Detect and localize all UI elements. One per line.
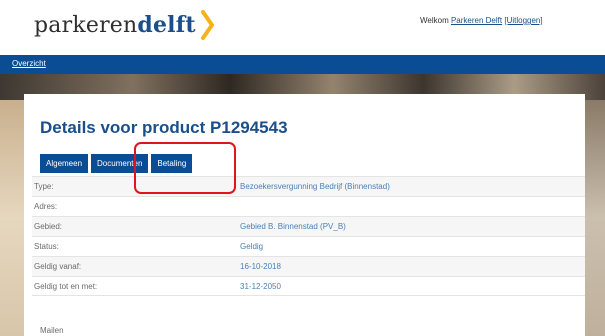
row-label: Geldig vanaf: [34,262,82,271]
row-value: 16-10-2018 [240,262,281,271]
nav-overview-link[interactable]: Overzicht [12,59,46,68]
highlight-annotation [134,142,236,194]
table-row: Type: Bezoekersvergunning Bedrijf (Binne… [32,176,585,196]
parkeren-delft-logo[interactable]: parkerendelft [34,10,216,40]
row-label: Gebied: [34,222,63,231]
row-value: Bezoekersvergunning Bedrijf (Binnenstad) [240,182,390,191]
row-label: Geldig tot en met: [34,281,98,291]
user-name-link[interactable]: Parkeren Delft [451,16,502,25]
table-row: Geldig vanaf: 16-10-2018 [32,256,585,276]
table-row: Adres: [32,196,585,216]
row-value: Gebied B. Binnenstad (PV_B) [240,222,346,231]
row-label: Status: [34,242,59,251]
logo-text: parkerendelft [34,12,196,38]
mail-label: Mailen [40,326,64,335]
logo-chevron-icon [200,10,214,40]
welcome-message: Welkom Parkeren Delft [Uitloggen] [420,16,543,25]
product-details-table: Type: Bezoekersvergunning Bedrijf (Binne… [32,176,585,296]
table-row: Geldig tot en met: 31-12-2050 [32,276,585,296]
product-details-panel: Details voor product P1294543 Algemeen D… [24,94,585,336]
table-row: Gebied: Gebied B. Binnenstad (PV_B) [32,216,585,236]
logout-link[interactable]: [Uitloggen] [504,16,542,25]
site-header: parkerendelft Welkom Parkeren Delft [Uit… [0,0,605,50]
row-label: Adres: [34,202,58,211]
row-value: Geldig [240,242,264,251]
main-navbar: Overzicht [0,55,605,74]
table-row: Status: Geldig [32,236,585,256]
page-title: Details voor product P1294543 [40,118,288,137]
row-value: 31-12-2050 [240,281,281,291]
tab-algemeen[interactable]: Algemeen [40,154,89,173]
